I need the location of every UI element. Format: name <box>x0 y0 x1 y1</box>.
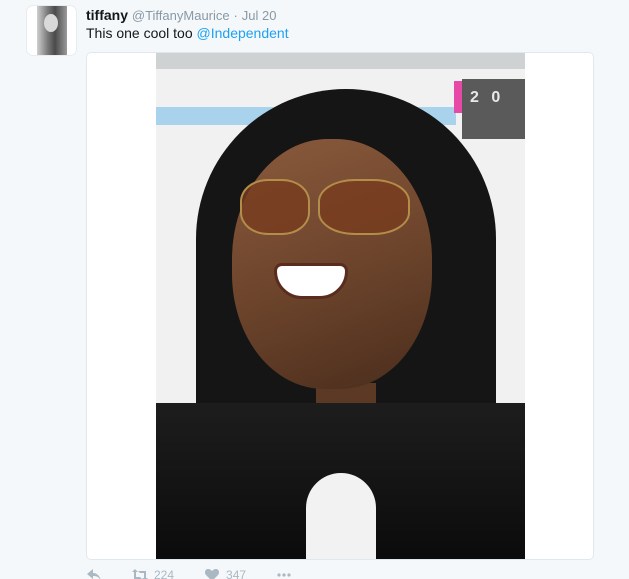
tweet-text-body: This one cool too <box>86 25 197 41</box>
media-card[interactable]: 2 0 <box>86 52 594 560</box>
photo-banner <box>156 53 525 69</box>
reply-icon <box>87 569 101 579</box>
avatar[interactable] <box>27 6 76 55</box>
photo-banner-pink <box>454 81 462 113</box>
tweet-text: This one cool too @Independent <box>86 24 289 43</box>
more-button[interactable] <box>276 568 292 579</box>
retweet-icon <box>132 569 148 579</box>
mention-link[interactable]: @Independent <box>197 25 289 41</box>
retweet-count: 224 <box>154 568 175 579</box>
photo-sunglasses-right <box>318 179 410 235</box>
photo-banner-dark <box>462 79 525 139</box>
photo-sunglasses-left <box>240 179 310 235</box>
retweet-button[interactable]: 224 <box>132 568 174 579</box>
separator-dot: · <box>233 8 238 23</box>
more-icon <box>277 573 291 577</box>
user-handle[interactable]: @TiffanyMaurice <box>132 8 230 23</box>
photo-shirt <box>306 473 376 559</box>
tweet: tiffany @TiffanyMaurice · Jul 20 This on… <box>0 0 629 579</box>
tweet-date[interactable]: Jul 20 <box>242 8 277 23</box>
tweet-actions: 224 347 <box>86 568 322 579</box>
like-count: 347 <box>226 568 247 579</box>
avatar-face <box>44 14 58 32</box>
user-name[interactable]: tiffany <box>86 7 128 23</box>
tweet-header: tiffany @TiffanyMaurice · Jul 20 <box>86 6 276 24</box>
like-button[interactable]: 347 <box>204 568 246 579</box>
reply-button[interactable] <box>86 568 102 579</box>
heart-icon <box>204 569 220 579</box>
tweet-photo[interactable]: 2 0 <box>156 53 525 559</box>
photo-banner-text: 2 0 <box>470 89 505 106</box>
